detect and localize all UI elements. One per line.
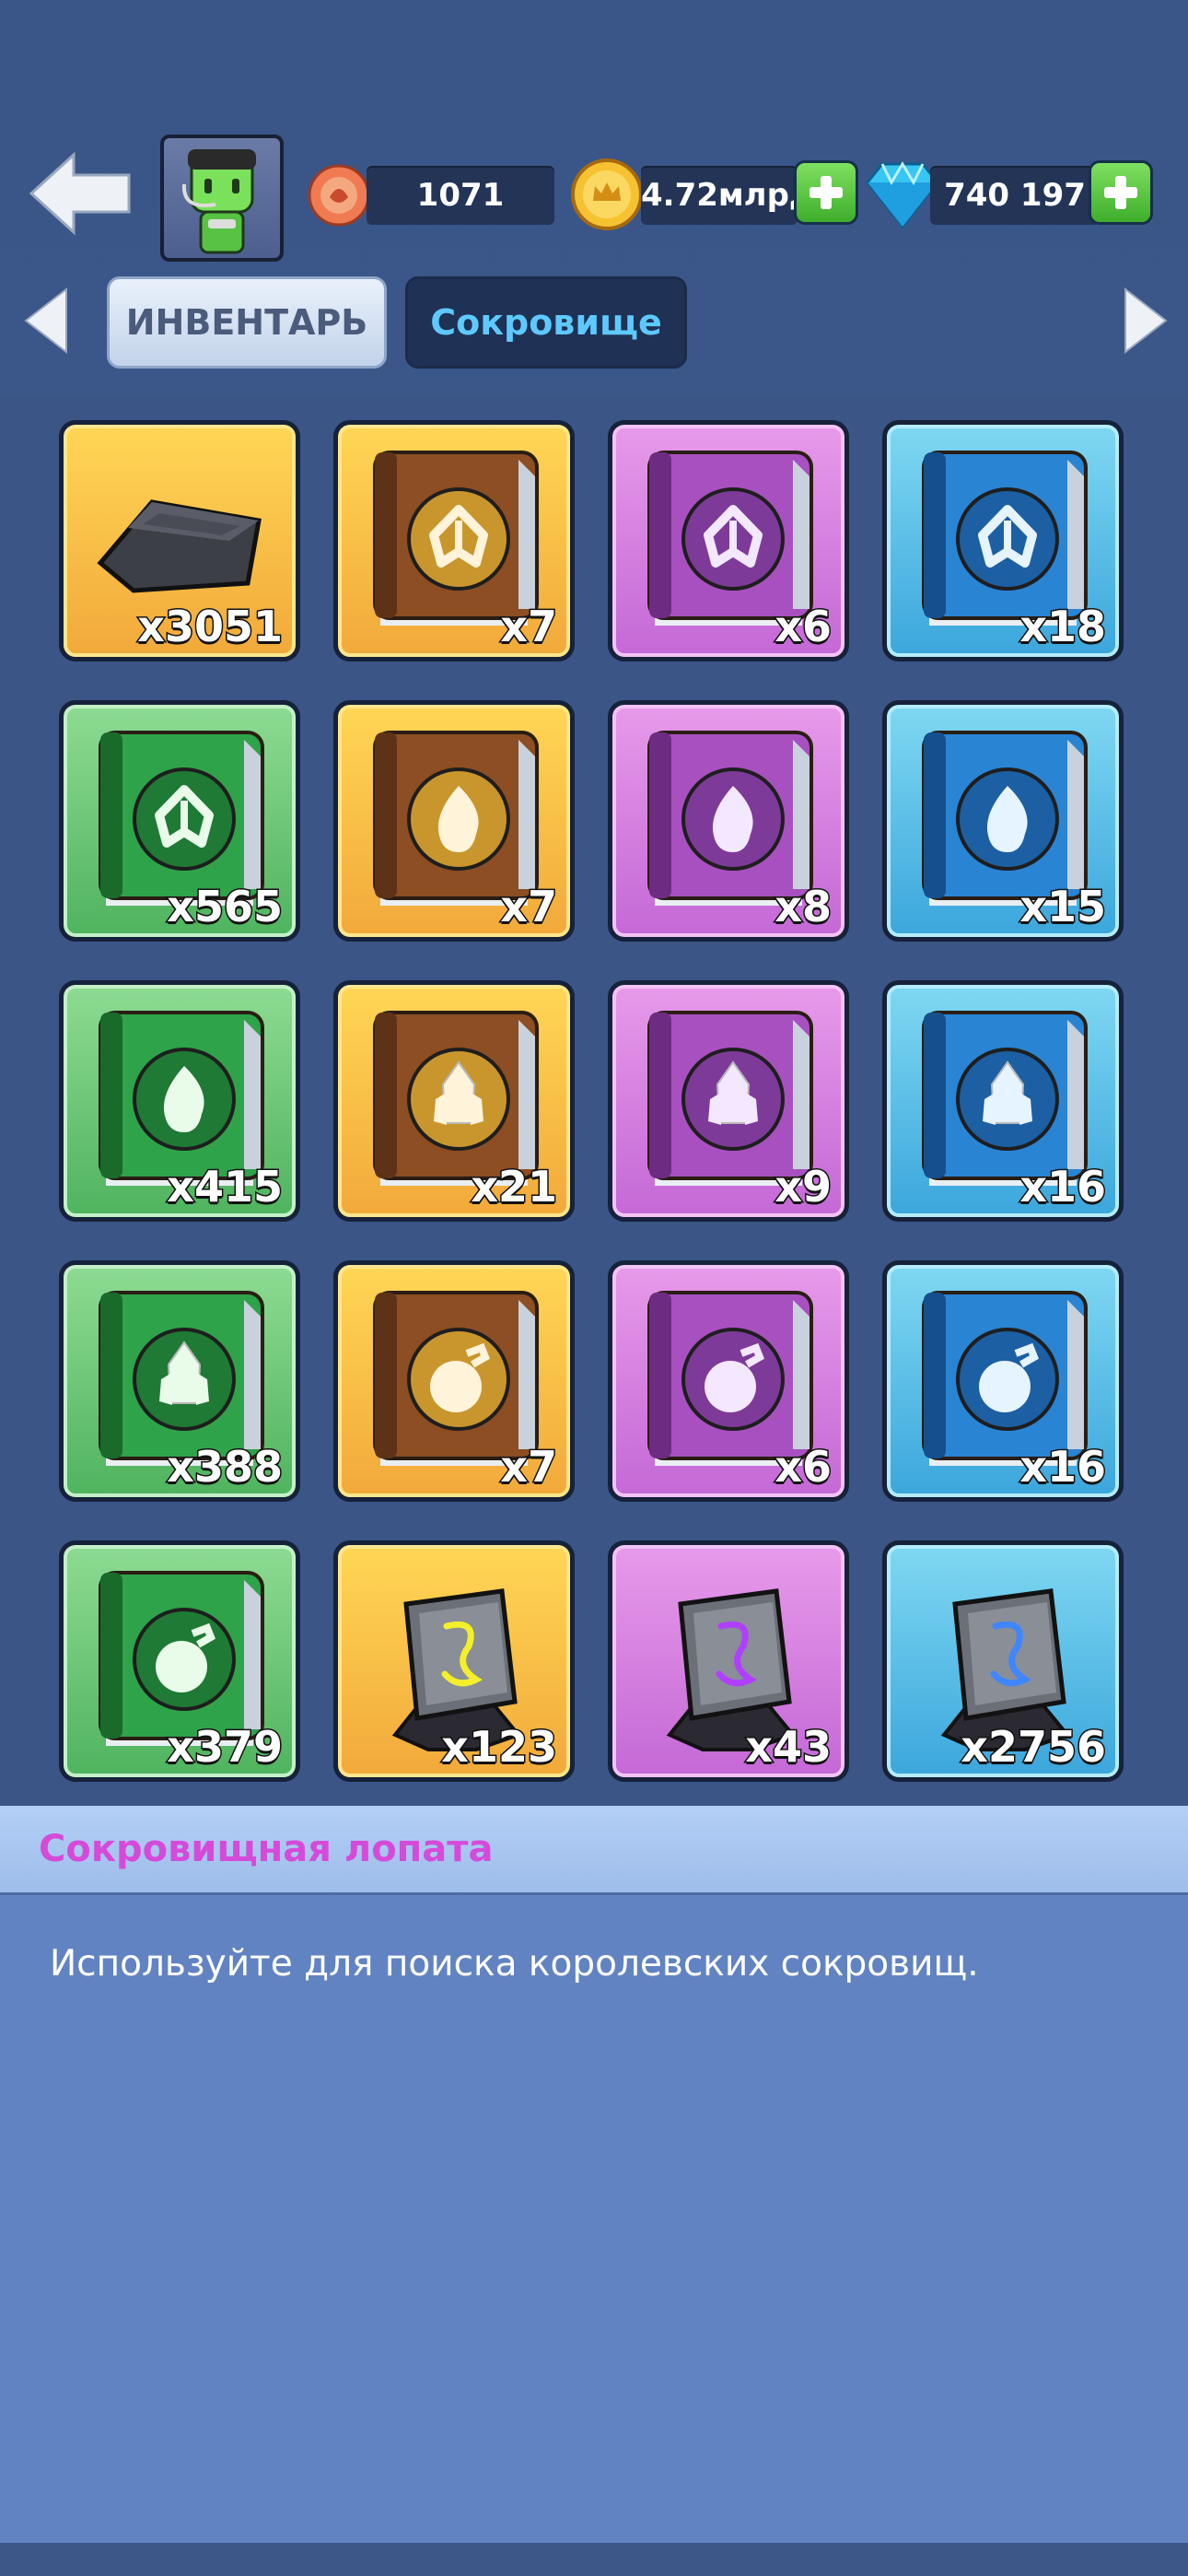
item-count: x7 [499,881,559,933]
inventory-item-book-flask-green[interactable]: x379 [59,1540,300,1782]
item-count: x7 [499,601,559,653]
gold-value: 4.72млрд [641,166,814,225]
item-count: x16 [1019,1161,1108,1213]
inventory-item-rune-stone-blue[interactable]: x2756 [882,1540,1124,1782]
description-header: Сокровищная лопата [0,1806,1188,1892]
item-count: x2756 [960,1721,1108,1774]
inventory-item-book-crest-blue[interactable]: x18 [882,420,1124,662]
chevron-right-icon [1124,287,1168,355]
inventory-item-book-crystal-purple[interactable]: x9 [608,980,849,1222]
chevron-left-icon [24,287,67,355]
tab-inventory[interactable]: ИНВЕНТАРЬ [107,276,387,369]
item-count: x3051 [136,601,285,653]
item-count: x8 [774,881,833,933]
add-gems-button[interactable] [1089,160,1153,225]
inventory-item-rune-stone-purple[interactable]: x43 [608,1540,849,1782]
inventory-item-book-flask-purple[interactable]: x6 [608,1260,849,1502]
gems-value: 740 197 [930,166,1100,225]
inventory-item-book-crest-brown[interactable]: x7 [333,420,575,662]
back-button[interactable] [26,147,136,240]
tab-prev-arrow[interactable] [20,286,72,356]
tab-treasure[interactable]: Сокровище [405,276,687,369]
inventory-item-book-flame-brown[interactable]: x7 [333,700,575,942]
item-count: x43 [744,1721,833,1774]
tab-next-arrow[interactable] [1120,286,1171,356]
bottom-strip [0,2543,1188,2576]
item-count: x7 [499,1441,559,1493]
item-count: x6 [774,601,833,653]
level-value: 1071 [367,166,554,225]
item-description: Используйте для поиска королевских сокро… [50,1943,979,1985]
inventory-item-book-crest-green[interactable]: x565 [59,700,300,942]
inventory-item-book-flame-green[interactable]: x415 [59,980,300,1222]
avatar[interactable] [160,135,284,262]
item-count: x18 [1019,601,1108,653]
level-badge-icon [306,162,372,232]
item-count: x388 [166,1441,285,1493]
inventory-item-book-crest-purple[interactable]: x6 [608,420,849,662]
inventory-item-book-flame-blue[interactable]: x15 [882,700,1124,942]
item-title: Сокровищная лопата [39,1828,494,1870]
robot-avatar-icon [181,149,256,254]
add-gold-button[interactable] [794,160,858,225]
inventory-item-book-crystal-brown[interactable]: x21 [333,980,575,1222]
item-count: x565 [166,881,285,933]
inventory-item-book-crystal-green[interactable]: x388 [59,1260,300,1502]
inventory-item-book-flask-blue[interactable]: x16 [882,1260,1124,1502]
item-count: x6 [774,1441,833,1493]
item-count: x415 [166,1161,285,1213]
inventory-item-book-flame-purple[interactable]: x8 [608,700,849,942]
item-count: x21 [470,1161,559,1213]
item-grid: x3051 x7 x6 x18 x565 x7 x8 x15 x415 x21 x9 x16 x388 x… [0,396,1188,1806]
item-count: x16 [1019,1441,1108,1493]
top-bar: 1071 4.72млрд 740 197 ИНВЕНТАРЬ Сокровищ… [0,0,1188,396]
item-count: x9 [774,1161,833,1213]
gold-coin-icon [569,157,645,236]
back-arrow-icon [29,151,131,236]
inventory-item-rune-stone-gold[interactable]: x123 [333,1540,575,1782]
inventory-item-iron-ingot[interactable]: x3051 [59,420,300,662]
item-count: x15 [1019,881,1108,933]
inventory-item-book-flask-brown[interactable]: x7 [333,1260,575,1502]
description-panel: Используйте для поиска королевских сокро… [0,1892,1188,2546]
inventory-item-book-crystal-blue[interactable]: x16 [882,980,1124,1222]
item-count: x379 [166,1721,285,1774]
item-count: x123 [440,1721,559,1774]
